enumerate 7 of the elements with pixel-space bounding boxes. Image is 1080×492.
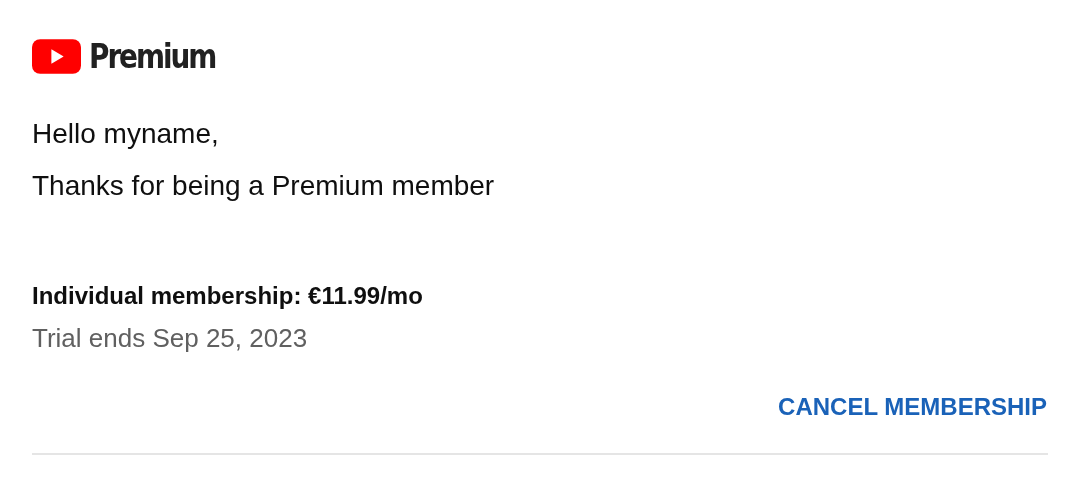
- cancel-membership-button[interactable]: CANCEL MEMBERSHIP: [778, 389, 1047, 425]
- greeting-text: Thanks for being a Premium member: [32, 169, 496, 203]
- greeting-text: Hello myname,: [32, 117, 220, 151]
- trial-text: Trial ends Sep 25, 2023: [32, 322, 309, 354]
- plan-text: Individual membership: €11.99/mo: [32, 281, 424, 311]
- logo-wordmark: Premium: [89, 36, 216, 76]
- play-logo-icon: [32, 38, 81, 74]
